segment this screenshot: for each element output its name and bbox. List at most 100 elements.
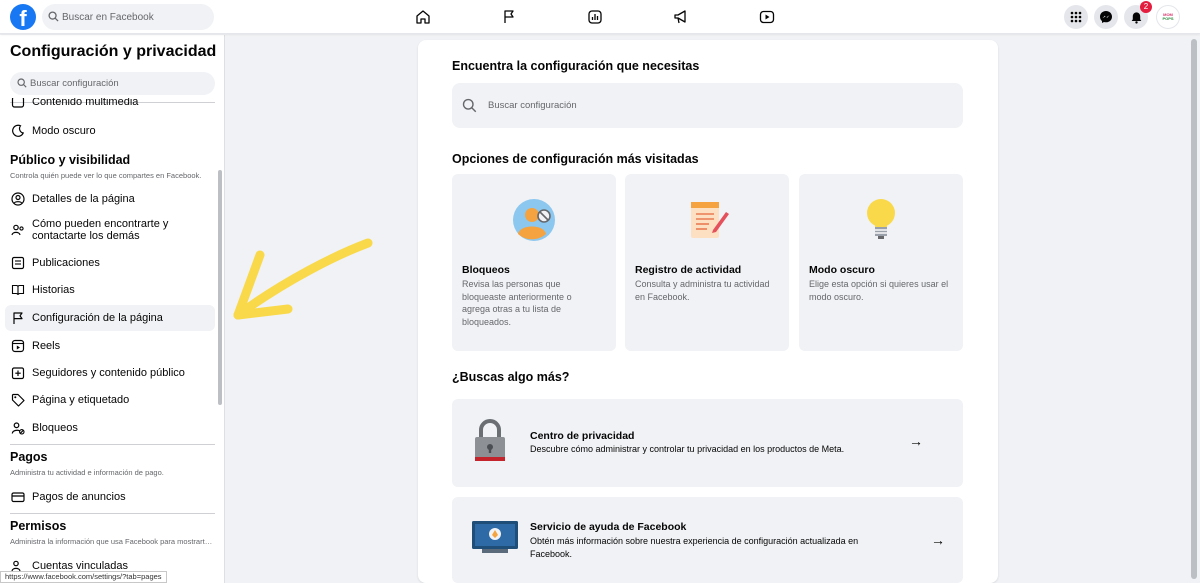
sidebar-item-label: Contenido multimedia [32,98,139,108]
card-dark-mode[interactable]: Modo oscuro Elige esta opción si quieres… [799,174,963,351]
messenger-icon[interactable] [1094,5,1118,29]
facebook-logo[interactable]: f [10,4,36,30]
section-subtitle-permissions: Administra la información que usa Facebo… [10,537,214,546]
notifications-bell-icon[interactable]: 2 [1124,1,1152,29]
sidebar-item-label: Bloqueos [32,422,78,434]
card-description: Revisa las personas que bloqueaste anter… [462,279,572,327]
megaphone-icon[interactable] [670,6,692,28]
sidebar-item-label: Configuración de la página [32,312,163,324]
sidebar-item-page-settings[interactable]: Configuración de la página [5,305,215,331]
sidebar-list: Contenido multimedia Modo oscuro Público… [0,98,218,583]
flag-settings-icon [10,310,26,326]
sidebar-item-label: Seguidores y contenido público [32,367,185,379]
row-privacy-center[interactable]: Centro de privacidad Descubre cómo admin… [452,399,963,487]
top-navigation-bar: f 2 MOM POPS [0,0,1200,34]
divider [10,513,215,514]
section-subtitle-payments: Administra tu actividad e información de… [10,468,164,477]
row-description: Descubre cómo administrar y controlar tu… [530,444,845,454]
sidebar-item-tagging[interactable]: Página y etiquetado [5,388,215,412]
sidebar-search[interactable] [10,72,215,95]
sidebar-item-dark-mode[interactable]: Modo oscuro [5,119,215,143]
credit-card-icon [10,489,26,505]
person-circle-icon [10,191,26,207]
reels-icon [10,338,26,354]
card-description: Consulta y administra tu actividad en Fa… [635,279,770,302]
sidebar-item-blocking[interactable]: Bloqueos [5,416,215,440]
tag-icon [10,392,26,408]
sidebar-item-label: Reels [32,340,61,352]
sidebar-item-label: Página y etiquetado [32,394,130,406]
help-monitor-illustration [472,521,518,553]
settings-sidebar: Configuración y privacidad Contenido mul… [0,35,225,583]
row-description: Obtén más información sobre nuestra expe… [530,536,859,559]
sidebar-item-reels[interactable]: Reels [5,334,215,358]
notification-count-badge: 2 [1140,1,1152,13]
activity-log-illustration [691,202,729,238]
page-scrollbar[interactable] [1188,35,1200,583]
sidebar-item-label: Publicaciones [32,257,100,269]
sidebar-item-find-contact[interactable]: Cómo pueden encontrarte y contactarte lo… [5,215,215,245]
home-icon[interactable] [412,6,434,28]
sidebar-item-label: Historias [32,284,75,296]
sidebar-search-input[interactable] [30,72,210,95]
card-title: Registro de actividad [635,264,742,276]
people-icon [10,222,26,238]
most-visited-heading: Opciones de configuración más visitadas [452,152,699,166]
card-description: Elige esta opción si quieres usar el mod… [809,279,949,302]
settings-main-panel: Encuentra la configuración que necesitas… [418,40,998,583]
main-search-input[interactable] [488,83,948,128]
row-title: Servicio de ayuda de Facebook [530,521,687,533]
sidebar-item-followers[interactable]: Seguidores y contenido público [5,361,215,385]
sidebar-item-page-details[interactable]: Detalles de la página [5,187,215,211]
card-blocking[interactable]: Bloqueos Revisa las personas que bloquea… [452,174,616,351]
arrow-right-icon: → [931,532,945,548]
media-icon [10,98,26,110]
followers-icon [10,365,26,381]
row-help-center[interactable]: Servicio de ayuda de Facebook Obtén más … [452,497,963,583]
flag-icon[interactable] [498,6,520,28]
main-settings-search[interactable] [452,83,963,128]
sidebar-item-posts[interactable]: Publicaciones [5,251,215,275]
card-title: Bloqueos [462,264,510,276]
search-icon [462,98,477,113]
search-icon [17,78,27,88]
search-icon [48,11,59,22]
insights-icon[interactable] [584,6,606,28]
profile-avatar[interactable]: MOM POPS [1156,5,1180,29]
sidebar-item-label: Cómo pueden encontrarte y contactarte lo… [32,218,169,242]
posts-icon [10,255,26,271]
section-heading-payments: Pagos [10,450,48,464]
annotation-arrow [233,238,373,320]
card-title: Modo oscuro [809,264,875,276]
sidebar-item-label: Modo oscuro [32,125,96,137]
video-icon[interactable] [756,6,778,28]
blocked-person-illustration [513,199,555,241]
book-icon [10,282,26,298]
facebook-search[interactable] [42,4,214,30]
avatar-text-bottom: POPS [1162,16,1174,21]
looking-for-more-heading: ¿Buscas algo más? [452,370,570,384]
sidebar-item-label: Pagos de anuncios [32,491,126,503]
sidebar-item-label: Detalles de la página [32,193,135,205]
card-activity-log[interactable]: Registro de actividad Consulta y adminis… [625,174,789,351]
padlock-illustration [475,419,505,461]
section-subtitle-public: Controla quién puede ver lo que comparte… [10,171,202,180]
section-heading-public: Público y visibilidad [10,153,131,167]
arrow-right-icon: → [909,433,923,449]
sidebar-scrollbar[interactable] [218,170,222,405]
sidebar-item-stories[interactable]: Historias [5,278,215,302]
block-user-icon [10,420,26,436]
divider [10,444,215,445]
status-bar-url: https://www.facebook.com/settings/?tab=p… [0,571,167,583]
menu-grid-icon[interactable] [1064,5,1088,29]
page-scrollbar-thumb[interactable] [1191,39,1197,579]
sidebar-title: Configuración y privacidad [10,43,217,60]
row-title: Centro de privacidad [530,430,635,442]
sidebar-item-multimedia[interactable]: Contenido multimedia [5,98,215,110]
find-settings-heading: Encuentra la configuración que necesitas [452,59,700,73]
lightbulb-illustration [867,199,895,239]
moon-icon [10,123,26,139]
section-heading-permissions: Permisos [10,519,67,533]
facebook-search-input[interactable] [62,4,210,30]
sidebar-item-ad-payments[interactable]: Pagos de anuncios [5,485,215,509]
